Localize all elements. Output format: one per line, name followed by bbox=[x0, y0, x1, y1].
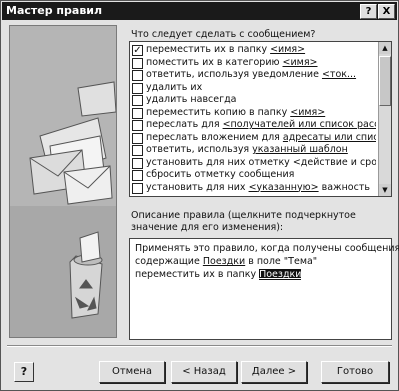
rule-text: переместить их в папку bbox=[146, 44, 271, 55]
rule-value-link[interactable]: <получателей или список рассы... bbox=[223, 119, 376, 130]
rule-option-row[interactable]: поместить их в категорию <имя> bbox=[132, 57, 376, 69]
scroll-up-icon[interactable]: ▲ bbox=[379, 42, 391, 54]
actions-listbox[interactable]: ▲ ▼ ✓ переместить их в папку <имя> помести… bbox=[129, 41, 392, 197]
rule-text: ответить, используя уведомление bbox=[146, 69, 322, 80]
rule-value-link[interactable]: <имя> bbox=[290, 107, 325, 118]
rule-option-row[interactable]: сбросить отметку сообщения bbox=[132, 169, 376, 181]
scroll-down-icon[interactable]: ▼ bbox=[379, 184, 391, 196]
rule-option-row[interactable]: установить для них отметку <действие и с… bbox=[132, 157, 376, 169]
checkbox[interactable] bbox=[132, 132, 143, 144]
rule-option-text: переслать для <получателей или список ра… bbox=[146, 119, 376, 130]
rule-text: переслать для bbox=[146, 119, 223, 130]
checkbox[interactable] bbox=[132, 107, 143, 119]
title-bar: Мастер правил ? X bbox=[2, 2, 397, 20]
rule-option-text: установить для них отметку <действие и с… bbox=[146, 157, 376, 168]
checkbox[interactable] bbox=[132, 170, 143, 181]
title-close-button[interactable]: X bbox=[378, 4, 395, 19]
rules-wizard-dialog: Мастер правил ? X Что следует сделать с … bbox=[0, 0, 399, 391]
rule-option-text: переместить копию в папку <имя> bbox=[146, 107, 325, 118]
checkbox[interactable]: ✓ bbox=[132, 45, 143, 56]
checkbox[interactable] bbox=[132, 95, 143, 106]
cancel-button[interactable]: Отмена bbox=[99, 361, 165, 383]
actions-scrollbar[interactable]: ▲ ▼ bbox=[378, 42, 391, 196]
description-label-line2: значение для его изменения): bbox=[131, 222, 284, 233]
description-line-2: содержащие Поездки в поле "Тема" bbox=[135, 256, 317, 267]
description-line-3: переместить их в папку Поездки bbox=[135, 269, 302, 280]
checkbox[interactable] bbox=[132, 182, 143, 194]
rule-option-row[interactable]: переслать для <получателей или список ра… bbox=[132, 119, 376, 131]
rule-value-link[interactable]: <указанную> bbox=[249, 182, 319, 193]
rule-text: переместить копию в папку bbox=[146, 106, 291, 118]
next-button[interactable]: Далее > bbox=[241, 361, 307, 383]
description-line-1: Применять это правило, когда получены со… bbox=[135, 243, 399, 254]
rule-text: поместить их в категорию bbox=[146, 56, 283, 68]
finish-button[interactable]: Готово bbox=[321, 361, 389, 383]
rule-text-suffix: важность bbox=[318, 181, 370, 193]
rule-value-link[interactable]: <ток... bbox=[322, 69, 356, 80]
title-help-button[interactable]: ? bbox=[360, 4, 377, 19]
back-button[interactable]: < Назад bbox=[171, 361, 237, 383]
rule-option-row[interactable]: переслать вложением для адресаты или спи… bbox=[132, 132, 376, 144]
separator bbox=[7, 345, 392, 347]
rule-description-box: Применять это правило, когда получены со… bbox=[129, 238, 399, 340]
recycle-bin-illustration-icon bbox=[10, 26, 116, 337]
rule-value-link[interactable]: адресаты или спис... bbox=[283, 132, 376, 143]
description-text: в поле "Тема" bbox=[245, 256, 318, 267]
checkbox[interactable] bbox=[132, 82, 143, 94]
checkbox[interactable] bbox=[132, 70, 143, 81]
rule-text: установить для них bbox=[146, 181, 249, 193]
rule-option-text: переместить их в папку <имя> bbox=[146, 44, 305, 55]
rule-value-link[interactable]: <имя> bbox=[270, 44, 305, 55]
rule-option-text: сбросить отметку сообщения bbox=[146, 169, 294, 180]
scroll-thumb[interactable] bbox=[379, 56, 391, 106]
rule-option-row[interactable]: установить для них <указанную> важность bbox=[132, 182, 376, 194]
help-button[interactable]: ? bbox=[14, 362, 34, 382]
rule-text: переслать вложением для bbox=[146, 131, 283, 143]
rule-option-row[interactable]: переместить копию в папку <имя> bbox=[132, 107, 376, 119]
rule-option-text: установить для них <указанную> важность bbox=[146, 182, 370, 193]
rule-text: сбросить отметку сообщения bbox=[146, 169, 295, 180]
keyword-link[interactable]: Поездки bbox=[203, 256, 245, 267]
window-title: Мастер правил bbox=[6, 4, 103, 17]
rule-option-text: ответить, используя уведомление <ток... bbox=[146, 69, 356, 80]
rule-option-text: поместить их в категорию <имя> bbox=[146, 57, 318, 68]
description-text: содержащие bbox=[135, 256, 203, 267]
rule-option-row[interactable]: удалить их bbox=[132, 82, 376, 94]
rule-option-text: переслать вложением для адресаты или спи… bbox=[146, 132, 376, 143]
rule-text: удалить их bbox=[146, 81, 203, 93]
rule-text: ответить, используя bbox=[146, 144, 253, 155]
wizard-illustration bbox=[9, 25, 117, 338]
rule-option-row[interactable]: ответить, используя указанный шаблон bbox=[132, 144, 376, 156]
rule-option-row[interactable]: ответить, используя уведомление <ток... bbox=[132, 69, 376, 81]
checkbox[interactable] bbox=[132, 120, 143, 131]
folder-link[interactable]: Поездки bbox=[259, 269, 302, 280]
rule-option-text: ответить, используя указанный шаблон bbox=[146, 144, 348, 155]
actions-question-label: Что следует сделать с сообщением? bbox=[131, 29, 316, 40]
rule-value-link[interactable]: <имя> bbox=[283, 57, 318, 68]
checkbox[interactable] bbox=[132, 145, 143, 156]
checkbox[interactable] bbox=[132, 157, 143, 169]
rule-text: установить для них отметку <действие и с… bbox=[146, 156, 376, 168]
rule-option-text: удалить навсегда bbox=[146, 94, 237, 105]
rule-value-link[interactable]: указанный шаблон bbox=[252, 144, 348, 155]
rule-text: удалить навсегда bbox=[146, 94, 237, 105]
checkbox[interactable] bbox=[132, 57, 143, 69]
rule-option-text: удалить их bbox=[146, 82, 202, 93]
description-text: переместить их в папку bbox=[135, 269, 260, 280]
description-label-line1: Описание правила (щелкните подчеркнутое bbox=[131, 210, 356, 221]
rule-option-row[interactable]: ✓ переместить их в папку <имя> bbox=[132, 44, 376, 56]
rule-option-row[interactable]: удалить навсегда bbox=[132, 94, 376, 106]
